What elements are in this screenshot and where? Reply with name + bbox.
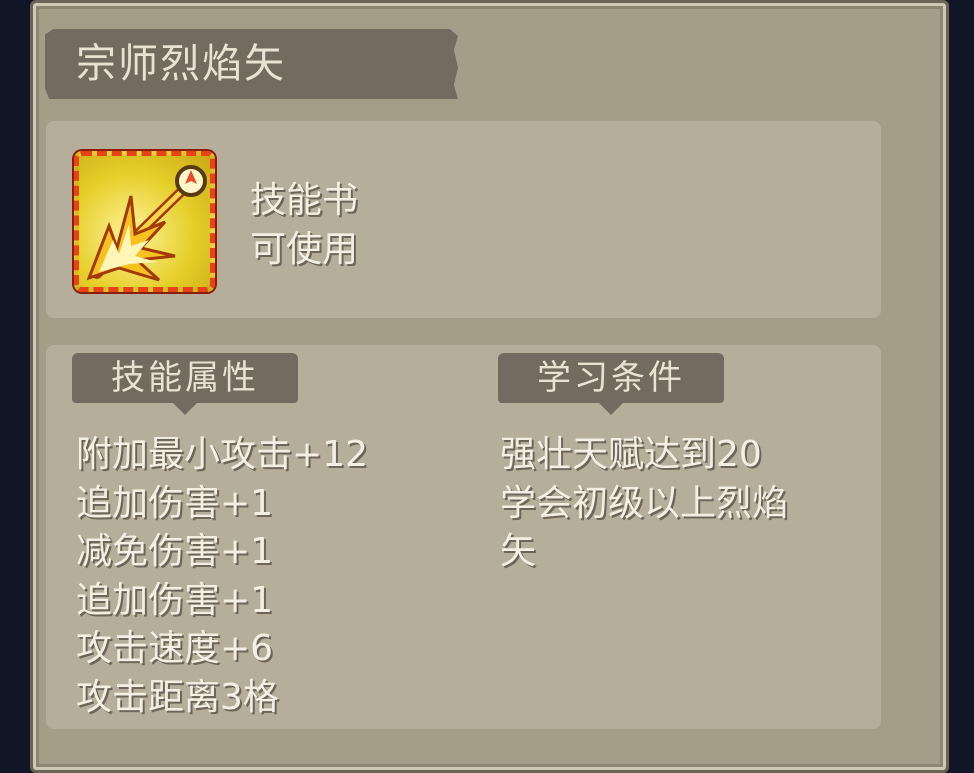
learn-requirements-list: 强壮天赋达到20 学会初级以上烈焰 矢 [500, 431, 788, 577]
item-status: 可使用 [250, 229, 359, 270]
flame-arrow-skill-icon [74, 151, 215, 292]
attribute-line: 减免伤害+1 [76, 531, 274, 572]
skill-attributes-list: 附加最小攻击+12 追加伤害+1 减免伤害+1 追加伤害+1 攻击速度+6 攻击… [76, 431, 368, 722]
attribute-line: 追加伤害+1 [76, 482, 274, 524]
attribute-line: 攻击距离3格 [76, 676, 279, 718]
requirement-line: 学会初级以上烈焰 [500, 482, 789, 524]
item-type: 技能书 [250, 180, 359, 221]
flame-arrow-icon [86, 165, 207, 282]
attribute-line: 追加伤害+1 [76, 579, 274, 621]
attribute-line: 附加最小攻击+12 [76, 434, 368, 475]
learn-requirements-header: 学习条件 [498, 353, 724, 415]
skill-attributes-header: 技能属性 [72, 353, 298, 415]
attribute-line: 攻击速度+6 [76, 628, 274, 669]
skill-title: 宗师烈焰矢 [76, 41, 286, 87]
requirement-line: 强壮天赋达到20 [500, 434, 762, 475]
requirement-line: 矢 [500, 531, 537, 572]
